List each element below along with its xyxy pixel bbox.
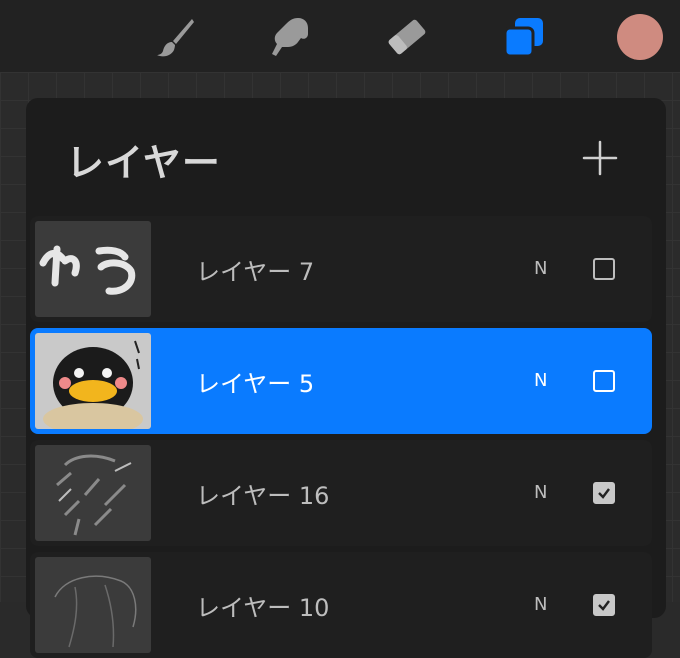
checkmark-icon: [598, 600, 610, 611]
eraser-icon[interactable]: [384, 14, 430, 60]
smudge-icon[interactable]: [268, 14, 314, 60]
add-layer-button[interactable]: [582, 140, 618, 176]
layers-icon[interactable]: [501, 14, 547, 60]
layer-row[interactable]: レイヤー 7 N: [30, 216, 652, 322]
blend-mode-button[interactable]: N: [534, 594, 547, 615]
layer-name: レイヤー 16: [196, 482, 330, 510]
layer-name: レイヤー 7: [196, 258, 315, 286]
layer-name: レイヤー 10: [196, 594, 330, 622]
visibility-checkbox[interactable]: [593, 370, 615, 392]
toolbar: [0, 0, 680, 72]
layer-row[interactable]: レイヤー 10 N: [30, 552, 652, 658]
layer-row[interactable]: レイヤー 16 N: [30, 440, 652, 546]
layer-thumbnail: [35, 333, 151, 429]
blend-mode-button[interactable]: N: [534, 370, 547, 391]
layer-row[interactable]: レイヤー 5 N: [30, 328, 652, 434]
checkmark-icon: [598, 488, 610, 499]
brush-icon[interactable]: [152, 14, 198, 60]
layers-panel: レイヤー レイヤー 7 N レイヤー 5 N レイヤー 16 N レイヤー 10…: [26, 98, 666, 658]
layer-thumbnail: [35, 557, 151, 653]
color-picker-swatch[interactable]: [617, 14, 663, 60]
line-sketch-thumbnail: [54, 575, 137, 648]
layer-name: レイヤー 5: [196, 370, 315, 398]
panel-title: レイヤー: [66, 141, 221, 185]
visibility-checkbox[interactable]: [593, 258, 615, 280]
blend-mode-button[interactable]: N: [534, 258, 547, 279]
layer-thumbnail: [35, 221, 151, 317]
visibility-checkbox[interactable]: [593, 594, 615, 616]
visibility-checkbox[interactable]: [593, 482, 615, 504]
layer-thumbnail: [35, 445, 151, 541]
handwriting-thumbnail: [39, 245, 136, 295]
blend-mode-button[interactable]: N: [534, 482, 547, 503]
plus-icon: [582, 140, 618, 176]
sketch-strokes-thumbnail: [56, 454, 132, 536]
bird-character-thumbnail: [43, 340, 143, 429]
